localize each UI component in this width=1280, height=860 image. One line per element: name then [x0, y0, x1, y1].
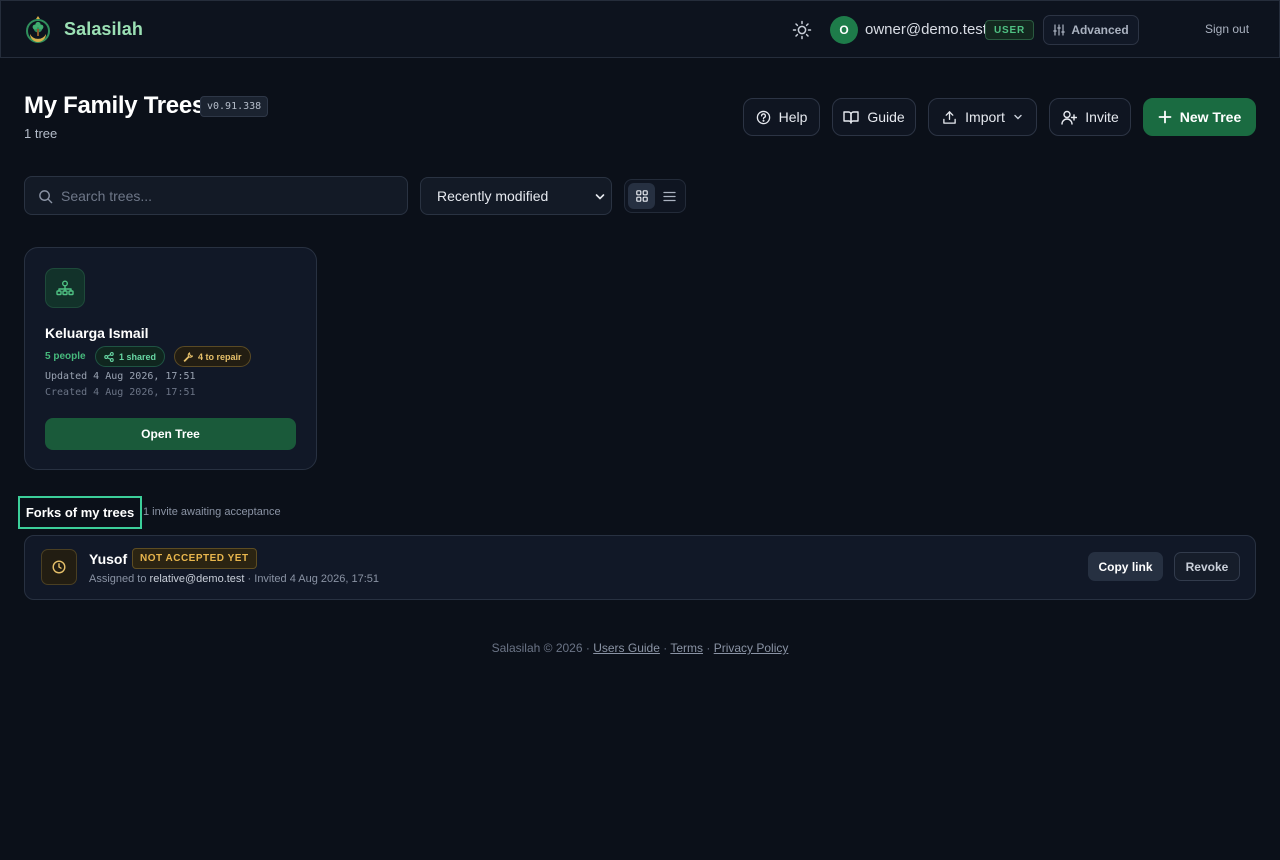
search-input[interactable] [61, 177, 401, 214]
repair-badge: 4 to repair [174, 346, 251, 367]
updated-date: Updated 4 Aug 2026, 17:51 [45, 371, 196, 382]
search-icon [39, 190, 53, 204]
advanced-label: Advanced [1071, 23, 1129, 37]
invite-label: Invite [1085, 109, 1119, 125]
shared-label: 1 shared [119, 351, 157, 362]
clock-icon [41, 549, 77, 585]
import-label: Import [965, 109, 1005, 125]
top-navbar: Salasilah O owner@demo.test USER Advance… [0, 0, 1280, 58]
user-plus-icon [1061, 110, 1078, 125]
chevron-down-icon [595, 194, 605, 200]
help-label: Help [778, 109, 808, 125]
shared-badge: 1 shared [95, 346, 166, 367]
tree-card[interactable]: Keluarga Ismail 5 people 1 shared 4 to r… [24, 247, 317, 470]
book-open-icon [843, 111, 860, 124]
page-title: My Family Trees [24, 92, 205, 119]
people-count: 5 people [45, 351, 86, 362]
grid-icon [635, 190, 648, 202]
brand-name: Salasilah [64, 18, 143, 39]
fork-invite-row: Yusof NOT ACCEPTED YET Assigned to relat… [24, 535, 1256, 600]
tree-name: Keluarga Ismail [45, 325, 149, 341]
forks-subtitle: 1 invite awaiting acceptance [143, 506, 281, 518]
sign-out-link[interactable]: Sign out [1205, 22, 1249, 36]
separator: · [703, 641, 714, 655]
crescent-tree-logo-icon [26, 16, 50, 43]
brand[interactable]: Salasilah [24, 14, 143, 44]
sort-selected-value: Recently modified [437, 188, 549, 204]
new-tree-label: New Tree [1179, 109, 1242, 125]
footer: Salasilah © 2026 · Users Guide · Terms ·… [0, 641, 1280, 655]
sun-icon [792, 20, 812, 40]
advanced-button[interactable]: Advanced [1043, 15, 1139, 45]
new-tree-button[interactable]: New Tree [1143, 98, 1256, 136]
copy-link-button[interactable]: Copy link [1088, 552, 1163, 581]
role-badge: USER [985, 20, 1034, 40]
guide-button[interactable]: Guide [832, 98, 916, 136]
view-toggle [624, 179, 686, 213]
chevron-down-icon [1014, 114, 1022, 120]
user-avatar[interactable]: O [830, 16, 858, 44]
created-date: Created 4 Aug 2026, 17:51 [45, 387, 196, 398]
help-circle-icon [756, 110, 770, 124]
revoke-button[interactable]: Revoke [1174, 552, 1240, 581]
fork-name: Yusof [89, 551, 128, 567]
grid-view-button[interactable] [628, 183, 655, 209]
copyright: Salasilah © 2026 · [491, 641, 594, 655]
forks-section-title: Forks of my trees [18, 496, 142, 529]
help-button[interactable]: Help [743, 98, 820, 136]
sort-select[interactable]: Recently modified [420, 177, 612, 215]
tool-icon [183, 351, 193, 362]
share-icon [104, 351, 114, 362]
tree-count: 1 tree [24, 126, 58, 141]
invited-date: · Invited 4 Aug 2026, 17:51 [244, 573, 380, 585]
list-view-button[interactable] [656, 183, 683, 209]
repair-label: 4 to repair [198, 351, 242, 362]
assigned-email: relative@demo.test [149, 573, 245, 585]
sliders-icon [1053, 24, 1066, 36]
upload-icon [943, 110, 956, 124]
plus-icon [1158, 110, 1172, 124]
terms-link[interactable]: Terms [670, 641, 703, 655]
invite-button[interactable]: Invite [1049, 98, 1131, 136]
list-icon [663, 191, 676, 201]
open-tree-button[interactable]: Open Tree [45, 418, 296, 450]
users-guide-link[interactable]: Users Guide [593, 641, 660, 655]
import-dropdown-button[interactable]: Import [928, 98, 1037, 136]
fork-detail: Assigned to relative@demo.test · Invited… [89, 573, 379, 585]
user-email: owner@demo.test [865, 21, 987, 38]
theme-toggle-button[interactable] [790, 18, 814, 42]
guide-label: Guide [867, 109, 905, 125]
version-badge: v0.91.338 [200, 96, 269, 117]
privacy-policy-link[interactable]: Privacy Policy [714, 641, 789, 655]
assigned-prefix: Assigned to [89, 573, 150, 585]
separator: · [659, 641, 671, 655]
status-badge: NOT ACCEPTED YET [132, 548, 257, 569]
search-box [24, 176, 408, 215]
family-tree-icon [45, 268, 85, 308]
